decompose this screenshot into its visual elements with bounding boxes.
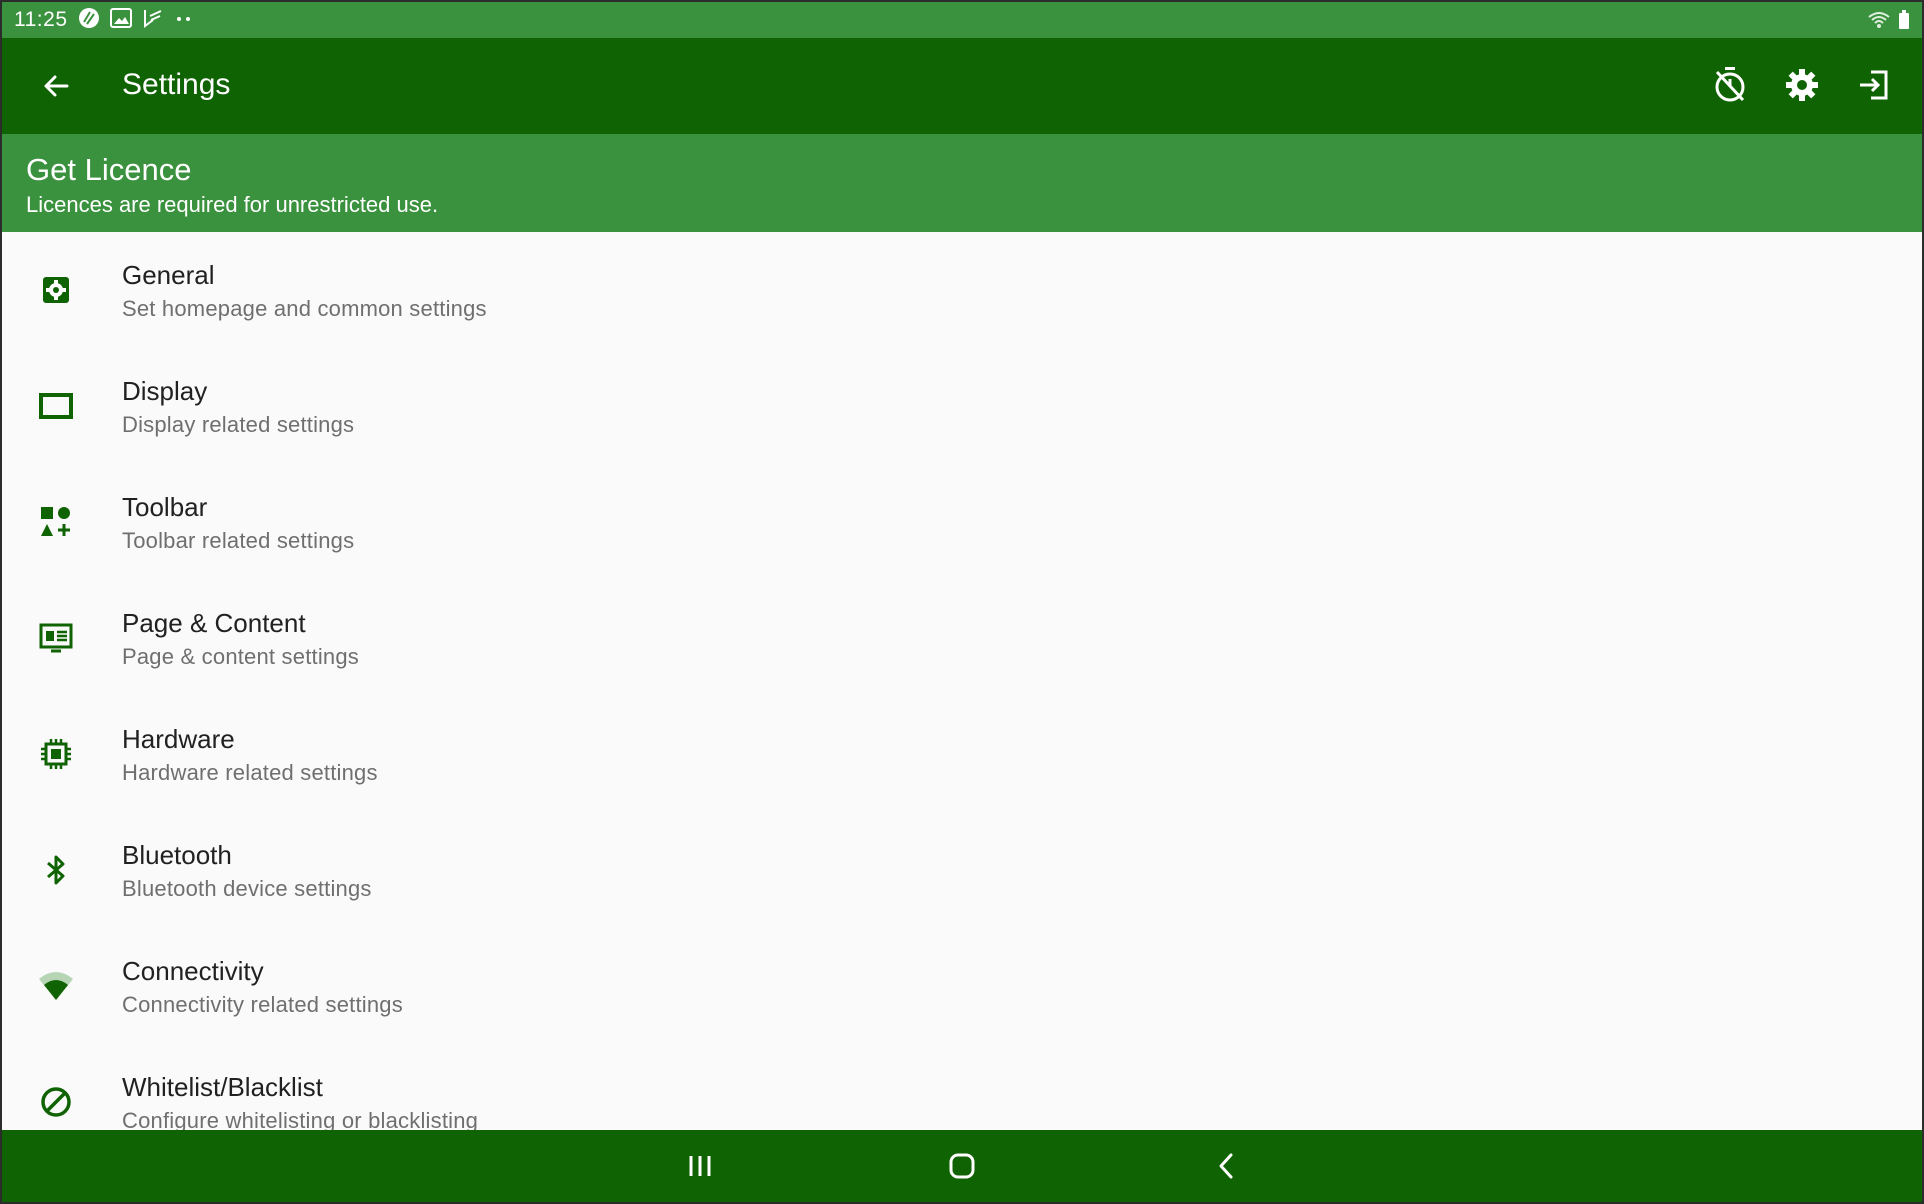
wifi-icon — [1868, 11, 1890, 34]
settings-item-sub: Bluetooth device settings — [122, 876, 372, 901]
content-icon — [38, 620, 74, 656]
settings-item-display[interactable]: Display Display related settings — [2, 348, 1922, 464]
bluetooth-icon — [38, 852, 74, 888]
recents-icon — [689, 1156, 711, 1176]
back-button[interactable] — [34, 64, 78, 108]
recents-button[interactable] — [678, 1146, 722, 1186]
settings-item-sub: Configure whitelisting or blacklisting — [122, 1108, 479, 1130]
licence-subtitle: Licences are required for unrestricted u… — [26, 192, 439, 217]
shapes-icon — [38, 504, 74, 540]
back-icon — [1219, 1153, 1233, 1179]
settings-button[interactable] — [1780, 60, 1824, 110]
navigation-bar — [2, 1130, 1922, 1202]
settings-item-sub: Display related settings — [122, 412, 355, 437]
settings-item-connectivity[interactable]: Connectivity Connectivity related settin… — [2, 928, 1922, 1044]
arrow-back-icon — [44, 75, 69, 97]
page-title: Settings — [122, 68, 231, 101]
settings-list: General Set homepage and common settings… — [2, 232, 1922, 1130]
settings-item-label: Page & Content — [122, 608, 306, 638]
gear-icon — [1786, 69, 1818, 101]
settings-item-sub: Page & content settings — [122, 644, 359, 669]
settings-item-label: Connectivity — [122, 956, 264, 986]
block-icon — [38, 1084, 74, 1120]
exit-icon — [1860, 70, 1888, 100]
play-icon — [142, 8, 164, 33]
settings-box-icon — [38, 272, 74, 308]
battery-icon — [1898, 10, 1910, 35]
settings-item-sub: Set homepage and common settings — [122, 296, 487, 321]
screen: 11:25 Settings Get Licence Licences are … — [2, 2, 1922, 1202]
app-bar: Settings — [2, 38, 1922, 134]
settings-item-label: Toolbar — [122, 492, 208, 522]
settings-item-whitelist-blacklist[interactable]: Whitelist/Blacklist Configure whitelisti… — [2, 1044, 1922, 1130]
settings-item-sub: Hardware related settings — [122, 760, 378, 785]
settings-item-page-content[interactable]: Page & Content Page & content settings — [2, 580, 1922, 696]
settings-item-label: Hardware — [122, 724, 235, 754]
status-time: 11:25 — [14, 8, 68, 31]
settings-item-sub: Connectivity related settings — [122, 992, 403, 1017]
settings-item-label: General — [122, 260, 215, 290]
settings-item-general[interactable]: General Set homepage and common settings — [2, 232, 1922, 348]
display-icon — [38, 388, 74, 424]
status-bar: 11:25 — [2, 2, 1922, 38]
image-icon — [109, 7, 132, 33]
status-icons — [78, 7, 194, 34]
app-icon — [78, 7, 100, 34]
settings-item-hardware[interactable]: Hardware Hardware related settings — [2, 696, 1922, 812]
home-icon — [949, 1153, 975, 1179]
settings-item-toolbar[interactable]: Toolbar Toolbar related settings — [2, 464, 1922, 580]
back-nav-button[interactable] — [1204, 1146, 1248, 1186]
home-button[interactable] — [940, 1146, 984, 1186]
exit-button[interactable] — [1852, 60, 1896, 110]
licence-banner[interactable]: Get Licence Licences are required for un… — [2, 134, 1922, 232]
more-dots-icon — [174, 11, 194, 29]
settings-item-label: Whitelist/Blacklist — [122, 1072, 323, 1102]
wifi-signal-icon — [38, 968, 74, 1004]
settings-item-label: Display — [122, 376, 208, 406]
app-bar-actions — [1708, 60, 1896, 110]
licence-title: Get Licence — [26, 152, 192, 187]
settings-item-label: Bluetooth — [122, 840, 232, 870]
timer-off-button[interactable] — [1708, 60, 1752, 110]
status-right-icons — [1868, 10, 1910, 35]
timer-off-icon — [1715, 67, 1745, 102]
settings-item-sub: Toolbar related settings — [122, 528, 355, 553]
chip-icon — [38, 736, 74, 772]
settings-item-bluetooth[interactable]: Bluetooth Bluetooth device settings — [2, 812, 1922, 928]
